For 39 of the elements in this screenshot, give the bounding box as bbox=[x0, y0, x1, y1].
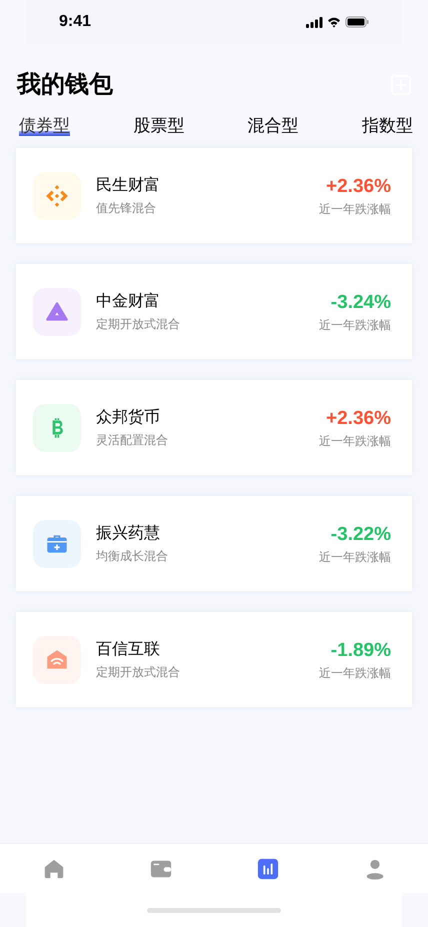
category-tab[interactable]: 指数型 bbox=[362, 116, 413, 136]
fund-type: 定期开放式混合 bbox=[96, 664, 180, 680]
change-label: 近一年跌涨幅 bbox=[319, 316, 391, 332]
fund-card[interactable]: 中金财富 定期开放式混合 -3.24% 近一年跌涨幅 bbox=[16, 264, 412, 359]
fund-card[interactable]: 百信互联 定期开放式混合 -1.89% 近一年跌涨幅 bbox=[16, 612, 412, 707]
medical-kit-icon bbox=[33, 520, 81, 568]
category-tab[interactable]: 混合型 bbox=[248, 116, 299, 136]
page-title: 我的钱包 bbox=[17, 70, 113, 100]
change-percent: +2.36% bbox=[326, 406, 391, 430]
home-icon[interactable] bbox=[42, 858, 64, 880]
category-tab[interactable]: 股票型 bbox=[133, 116, 184, 136]
house-icon bbox=[33, 636, 81, 684]
change-label: 近一年跌涨幅 bbox=[319, 548, 391, 564]
fund-name: 民生财富 bbox=[96, 176, 160, 196]
fund-name: 众邦货币 bbox=[96, 408, 161, 428]
fund-type: 定期开放式混合 bbox=[96, 316, 180, 332]
battery-icon bbox=[345, 16, 369, 28]
change-percent: -3.24% bbox=[330, 290, 391, 314]
fund-type: 均衡成长混合 bbox=[96, 548, 168, 564]
fund-type: 值先锋混合 bbox=[96, 200, 157, 216]
fund-name: 振兴药慧 bbox=[96, 524, 161, 544]
change-percent: -3.22% bbox=[330, 522, 391, 546]
fund-type: 灵活配置混合 bbox=[96, 432, 168, 448]
fund-card[interactable]: 振兴药慧 均衡成长混合 -3.22% 近一年跌涨幅 bbox=[16, 496, 412, 591]
change-percent: +2.36% bbox=[326, 174, 391, 198]
fund-card[interactable]: 民生财富 值先锋混合 +2.36% 近一年跌涨幅 bbox=[16, 148, 412, 243]
change-label: 近一年跌涨幅 bbox=[319, 200, 391, 216]
fund-name: 百信互联 bbox=[96, 640, 161, 660]
wifi-icon bbox=[327, 16, 341, 28]
change-label: 近一年跌涨幅 bbox=[319, 432, 391, 448]
fund-name: 中金财富 bbox=[96, 292, 161, 312]
change-label: 近一年跌涨幅 bbox=[319, 664, 391, 680]
bitcoin-icon bbox=[33, 404, 81, 452]
status-time: 9:41 bbox=[59, 12, 92, 32]
bar-chart-icon[interactable] bbox=[256, 858, 278, 880]
change-percent: -1.89% bbox=[330, 638, 391, 662]
signal-icon bbox=[306, 16, 323, 28]
category-tab[interactable]: 债券型 bbox=[19, 116, 70, 136]
fund-card[interactable]: 众邦货币 灵活配置混合 +2.36% 近一年跌涨幅 bbox=[16, 380, 412, 475]
